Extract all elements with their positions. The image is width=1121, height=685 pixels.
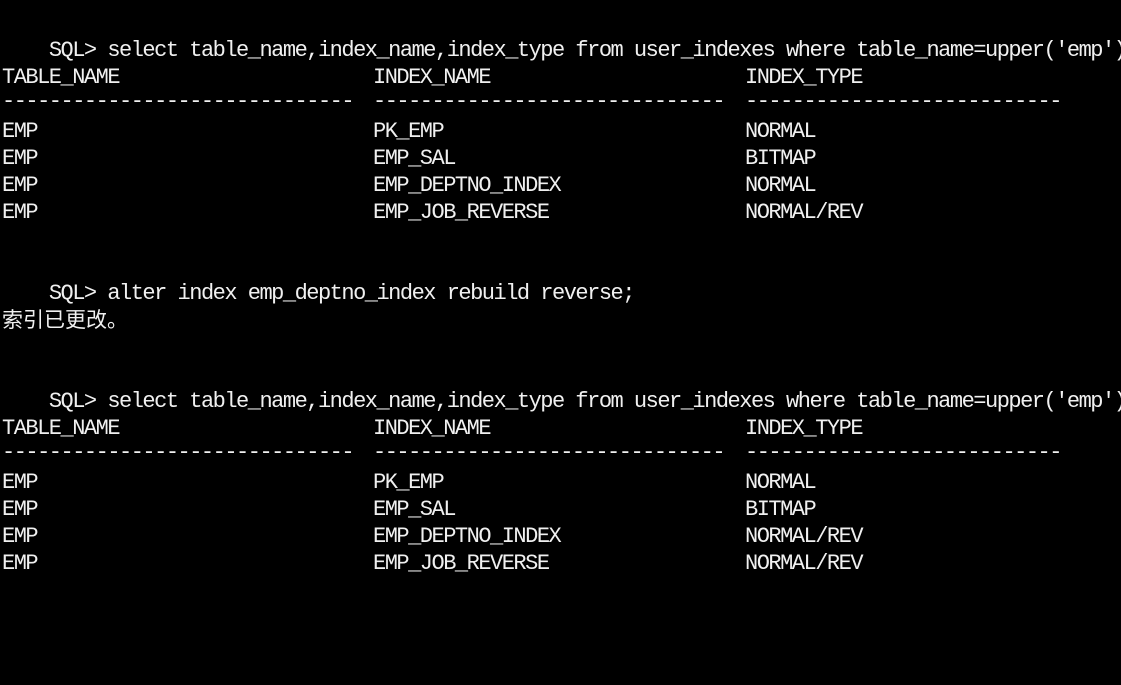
column-header: INDEX_NAME — [373, 416, 492, 441]
result-row: EMP PK_EMP NORMAL — [2, 118, 1102, 145]
cell-index-type: BITMAP — [745, 146, 817, 171]
result-header: TABLE_NAME INDEX_NAME INDEX_TYPE — [2, 64, 1102, 91]
cell-index-type: NORMAL/REV — [745, 200, 864, 225]
column-header: INDEX_TYPE — [745, 416, 864, 441]
result-row: EMP EMP_DEPTNO_INDEX NORMAL — [2, 172, 1102, 199]
column-header: TABLE_NAME — [2, 65, 121, 90]
cell-table-name: EMP — [2, 200, 39, 225]
sql-prompt: SQL> — [48, 281, 97, 306]
cell-table-name: EMP — [2, 470, 39, 495]
command-text: select table_name,index_name,index_type … — [107, 38, 1121, 63]
separator: ------------------------------ — [373, 440, 726, 465]
cell-index-type: NORMAL/REV — [745, 551, 864, 576]
cell-index-name: PK_EMP — [373, 119, 445, 144]
command-text: select table_name,index_name,index_type … — [107, 389, 1121, 414]
result-row: EMP EMP_DEPTNO_INDEX NORMAL/REV — [2, 523, 1102, 550]
cell-index-type: NORMAL — [745, 119, 817, 144]
cell-index-name: EMP_DEPTNO_INDEX — [373, 173, 562, 198]
result-row: EMP EMP_SAL BITMAP — [2, 145, 1102, 172]
sql-prompt: SQL> — [48, 389, 97, 414]
cell-table-name: EMP — [2, 524, 39, 549]
command-line: SQL> alter index emp_deptno_index rebuil… — [2, 253, 636, 306]
separator: ------------------------------ — [2, 89, 355, 114]
command-line: SQL> select table_name,index_name,index_… — [2, 361, 1121, 414]
header-separator: ------------------------------ ---------… — [2, 88, 1102, 115]
cell-table-name: EMP — [2, 119, 39, 144]
separator: --------------------------- — [745, 440, 1062, 465]
result-header: TABLE_NAME INDEX_NAME INDEX_TYPE — [2, 415, 1102, 442]
status-message: 索引已更改。 — [2, 308, 128, 332]
result-row: EMP EMP_SAL BITMAP — [2, 496, 1102, 523]
command-text: alter index emp_deptno_index rebuild rev… — [107, 281, 635, 306]
result-row: EMP EMP_JOB_REVERSE NORMAL/REV — [2, 199, 1102, 226]
separator: ------------------------------ — [2, 440, 355, 465]
sql-prompt: SQL> — [48, 38, 97, 63]
column-header: TABLE_NAME — [2, 416, 121, 441]
cell-index-name: EMP_DEPTNO_INDEX — [373, 524, 562, 549]
cell-table-name: EMP — [2, 146, 39, 171]
separator: ------------------------------ — [373, 89, 726, 114]
command-line: SQL> select table_name,index_name,index_… — [2, 10, 1121, 63]
cell-index-name: EMP_JOB_REVERSE — [373, 200, 550, 225]
result-row: EMP PK_EMP NORMAL — [2, 469, 1102, 496]
header-separator: ------------------------------ ---------… — [2, 439, 1102, 466]
sql-console[interactable]: SQL> select table_name,index_name,index_… — [0, 0, 1121, 580]
cell-table-name: EMP — [2, 497, 39, 522]
cell-index-name: EMP_JOB_REVERSE — [373, 551, 550, 576]
cell-index-name: PK_EMP — [373, 470, 445, 495]
result-row: EMP EMP_JOB_REVERSE NORMAL/REV — [2, 550, 1102, 577]
cell-index-type: BITMAP — [745, 497, 817, 522]
cell-index-type: NORMAL — [745, 173, 817, 198]
column-header: INDEX_TYPE — [745, 65, 864, 90]
cell-table-name: EMP — [2, 551, 39, 576]
cell-table-name: EMP — [2, 173, 39, 198]
separator: --------------------------- — [745, 89, 1062, 114]
column-header: INDEX_NAME — [373, 65, 492, 90]
cell-index-type: NORMAL/REV — [745, 524, 864, 549]
cell-index-name: EMP_SAL — [373, 146, 456, 171]
cell-index-name: EMP_SAL — [373, 497, 456, 522]
cell-index-type: NORMAL — [745, 470, 817, 495]
